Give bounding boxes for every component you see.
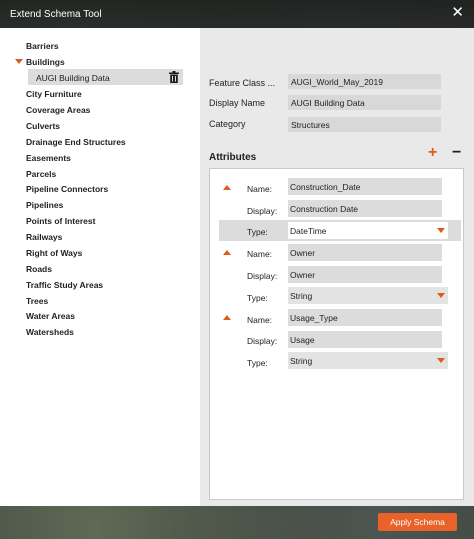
arrow-up-icon[interactable] <box>223 185 231 190</box>
display-label: Display: <box>247 271 278 281</box>
chevron-down-icon <box>437 358 445 363</box>
category-field[interactable]: Structures <box>288 117 441 132</box>
tree-item-roads[interactable]: Roads <box>26 264 52 274</box>
attribute-type-value: DateTime <box>290 226 327 236</box>
tree-item-drainage-end-structures[interactable]: Drainage End Structures <box>26 137 126 147</box>
tree-item-culverts[interactable]: Culverts <box>26 121 60 131</box>
arrow-up-icon[interactable] <box>223 250 231 255</box>
plus-icon[interactable]: + <box>428 145 437 161</box>
tree-item-pipeline-connectors[interactable]: Pipeline Connectors <box>26 184 108 194</box>
tree-child-augi-building-data[interactable]: AUGI Building Data <box>28 69 183 85</box>
title-bar: Extend Schema Tool ✕ <box>0 0 474 28</box>
attribute-list: Name: Construction_Date Display: Constru… <box>209 168 464 500</box>
attribute-type-select[interactable]: String <box>288 352 448 369</box>
chevron-down-icon <box>437 293 445 298</box>
tree-item-easements[interactable]: Easements <box>26 153 71 163</box>
tree-item-buildings[interactable]: Buildings <box>26 57 65 67</box>
close-icon[interactable]: ✕ <box>451 5 464 20</box>
name-label: Name: <box>247 184 273 194</box>
display-name-label: Display Name <box>209 98 266 108</box>
tree-item-watersheds[interactable]: Watersheds <box>26 327 74 337</box>
category-label: Category <box>209 119 246 129</box>
feature-class-label: Feature Class ... <box>209 78 276 88</box>
dialog-panel: Barriers Buildings AUGI Building Data Ci… <box>0 28 474 506</box>
tree-item-pipelines[interactable]: Pipelines <box>26 200 63 210</box>
tree-item-points-of-interest[interactable]: Points of Interest <box>26 216 95 226</box>
attribute-type-value: String <box>290 291 313 301</box>
attribute-display-field[interactable]: Usage <box>288 331 442 348</box>
name-label: Name: <box>247 249 273 259</box>
tree-item-traffic-study-areas[interactable]: Traffic Study Areas <box>26 280 103 290</box>
tree-item-railways[interactable]: Railways <box>26 232 62 242</box>
tree-item-coverage-areas[interactable]: Coverage Areas <box>26 105 90 115</box>
trash-icon[interactable] <box>169 71 179 83</box>
minus-icon[interactable]: − <box>452 145 461 161</box>
tree-item-water-areas[interactable]: Water Areas <box>26 311 75 321</box>
type-label: Type: <box>247 227 268 237</box>
tree-item-city-furniture[interactable]: City Furniture <box>26 89 82 99</box>
tree-item-barriers[interactable]: Barriers <box>26 41 59 51</box>
chevron-down-icon <box>437 228 445 233</box>
tree-child-label: AUGI Building Data <box>36 73 110 83</box>
attribute-display-field[interactable]: Owner <box>288 266 442 283</box>
tree-item-parcels[interactable]: Parcels <box>26 169 56 179</box>
attribute-name-field[interactable]: Usage_Type <box>288 309 442 326</box>
display-label: Display: <box>247 206 278 216</box>
attribute-type-value: String <box>290 356 313 366</box>
attributes-heading: Attributes <box>209 152 257 163</box>
feature-class-field[interactable]: AUGI_World_May_2019 <box>288 74 441 89</box>
name-label: Name: <box>247 315 273 325</box>
schema-editor: Feature Class ... AUGI_World_May_2019 Di… <box>200 28 474 506</box>
type-label: Type: <box>247 358 268 368</box>
tree-item-right-of-ways[interactable]: Right of Ways <box>26 248 82 258</box>
apply-schema-button[interactable]: Apply Schema <box>378 513 457 531</box>
display-name-field[interactable]: AUGI Building Data <box>288 95 441 110</box>
attribute-name-field[interactable]: Construction_Date <box>288 178 442 195</box>
display-label: Display: <box>247 336 278 346</box>
type-label: Type: <box>247 293 268 303</box>
window-title: Extend Schema Tool <box>10 9 102 20</box>
arrow-up-icon[interactable] <box>223 315 231 320</box>
tree-item-trees[interactable]: Trees <box>26 296 48 306</box>
attribute-name-field[interactable]: Owner <box>288 244 442 261</box>
attribute-type-select[interactable]: DateTime <box>288 222 448 239</box>
attribute-type-select[interactable]: String <box>288 287 448 304</box>
caret-down-icon[interactable] <box>15 59 23 64</box>
category-tree: Barriers Buildings AUGI Building Data Ci… <box>0 28 200 506</box>
attribute-display-field[interactable]: Construction Date <box>288 200 442 217</box>
